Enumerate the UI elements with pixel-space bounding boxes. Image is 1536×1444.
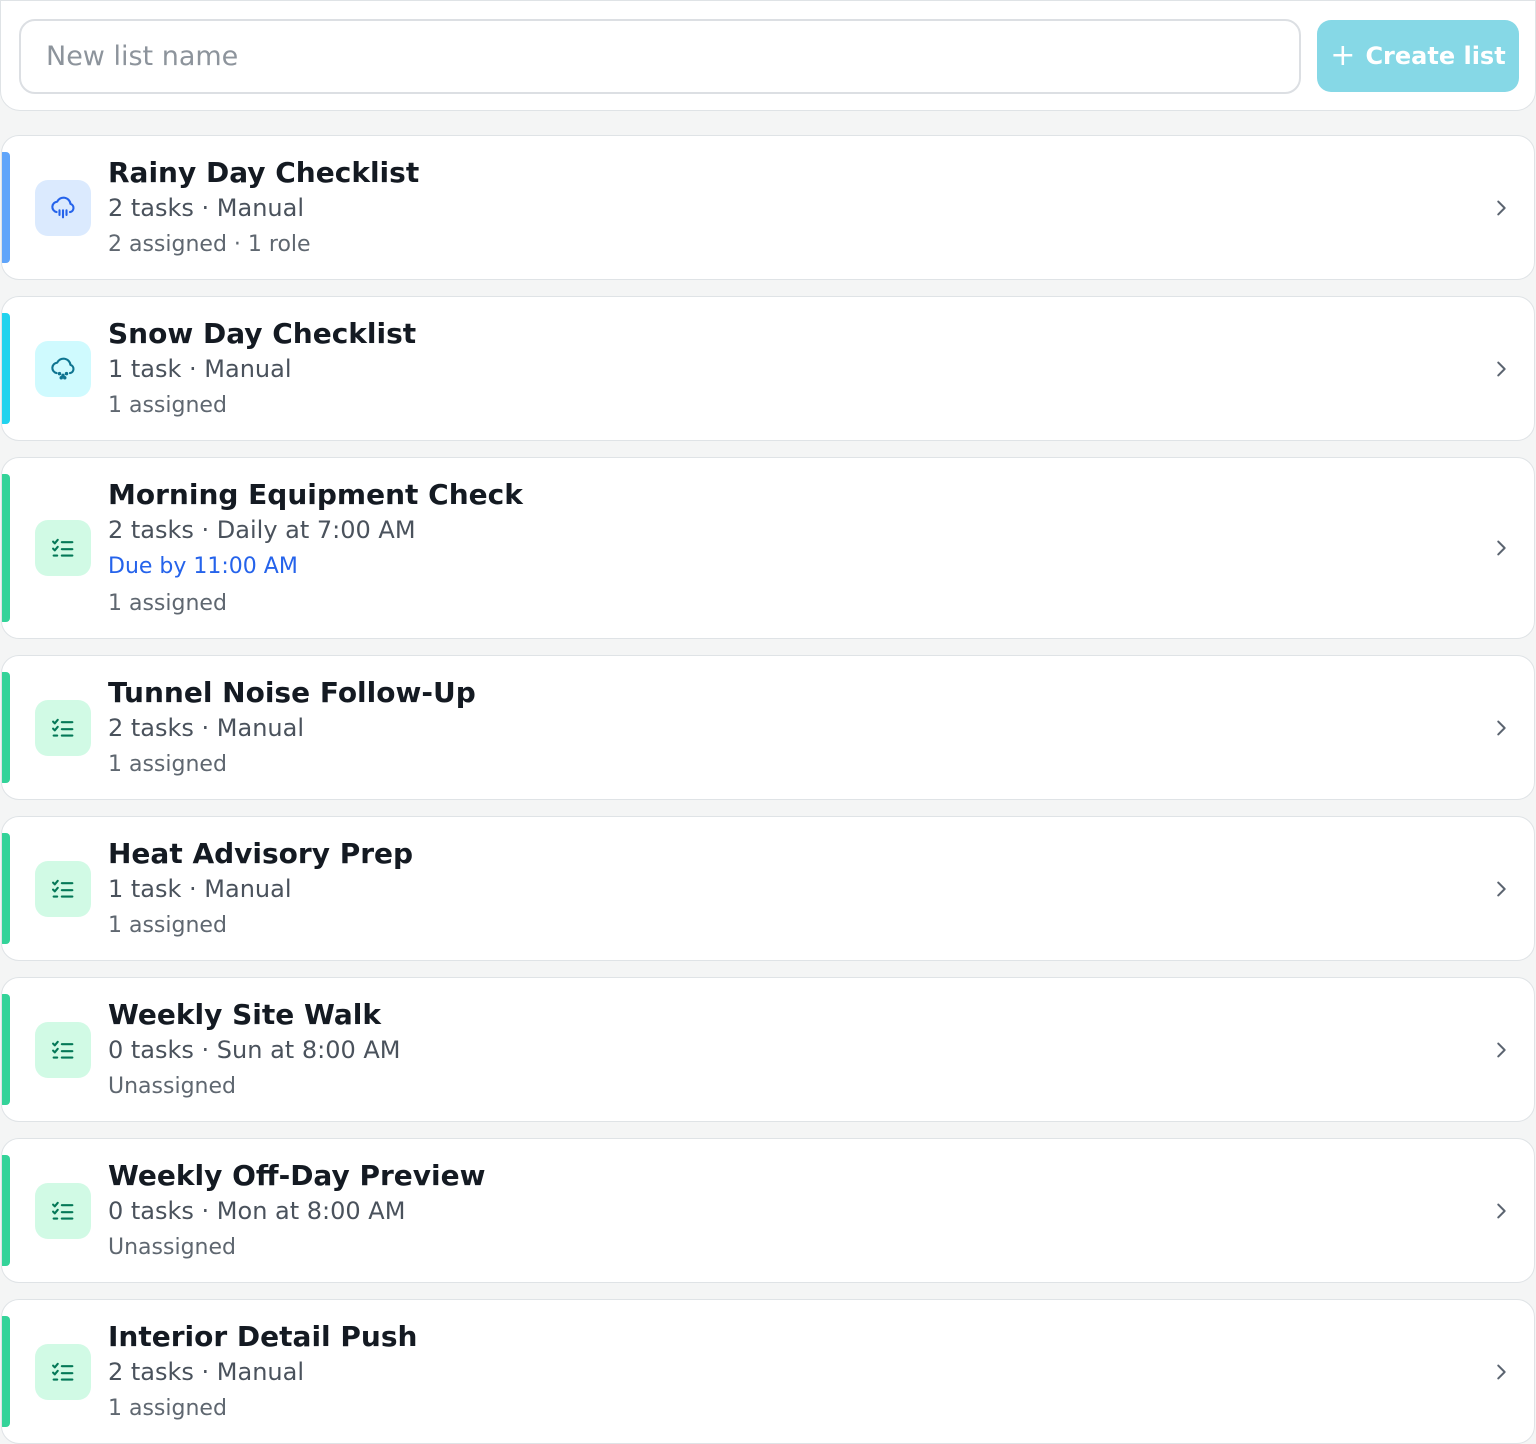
list-card[interactable]: Interior Detail Push 2 tasks · Manual 1 as… [1,1299,1535,1444]
list-card[interactable]: Snow Day Checklist 1 task · Manual 1 assig… [1,296,1535,441]
chevron-right-icon [1490,197,1512,219]
list-assigned: Unassigned [108,1235,236,1260]
chevron-right-icon [1490,1361,1512,1383]
chevron-right-icon [1490,537,1512,559]
list-accent-bar [2,833,10,944]
list-meta: 2 tasks · Daily at 7:00 AM [108,516,416,544]
list-assigned: 1 assigned [108,752,227,777]
chevron-right-icon [1490,878,1512,900]
create-list-label: Create list [1365,42,1506,70]
list-title: Weekly Off-Day Preview [108,1159,486,1192]
list-meta: 0 tasks · Mon at 8:00 AM [108,1197,406,1225]
checklist-icon [35,1344,91,1400]
list-card[interactable]: Weekly Off-Day Preview 0 tasks · Mon at 8… [1,1138,1535,1283]
checklist-icon [35,861,91,917]
list-meta: 2 tasks · Manual [108,1358,305,1386]
list-title: Weekly Site Walk [108,998,381,1031]
list-title: Tunnel Noise Follow-Up [108,676,476,709]
create-list-button[interactable]: + Create list [1317,20,1519,92]
list-assigned: 1 assigned [108,393,227,418]
list-card[interactable]: Morning Equipment Check 2 tasks · Daily a… [1,457,1535,639]
list-meta: 0 tasks · Sun at 8:00 AM [108,1036,401,1064]
list-meta: 1 task · Manual [108,875,292,903]
list-accent-bar [2,1316,10,1427]
list-accent-bar [2,313,10,424]
list-title: Heat Advisory Prep [108,837,414,870]
checklist-icon [35,1022,91,1078]
list-meta: 2 tasks · Manual [108,194,305,222]
checklist-icon [35,700,91,756]
list-accent-bar [2,474,10,622]
list-title: Interior Detail Push [108,1320,418,1353]
list-assigned: Unassigned [108,1074,236,1099]
chevron-right-icon [1490,1039,1512,1061]
list-title: Rainy Day Checklist [108,156,420,189]
list-assigned: 2 assigned · 1 role [108,232,311,257]
chevron-right-icon [1490,358,1512,380]
list-accent-bar [2,152,10,263]
list-accent-bar [2,994,10,1105]
list-accent-bar [2,1155,10,1266]
list-meta: 1 task · Manual [108,355,292,383]
list-assigned: 1 assigned [108,913,227,938]
list-card[interactable]: Tunnel Noise Follow-Up 2 tasks · Manual 1 … [1,655,1535,800]
list-card[interactable]: Rainy Day Checklist 2 tasks · Manual 2 ass… [1,135,1535,280]
checklist-icon [35,520,91,576]
list-assigned: 1 assigned [108,591,227,616]
list-card[interactable]: Heat Advisory Prep 1 task · Manual 1 assig… [1,816,1535,961]
list-accent-bar [2,672,10,783]
list-assigned: 1 assigned [108,1396,227,1421]
list-due: Due by 11:00 AM [108,554,298,579]
snow-cloud-icon [35,341,91,397]
list-card[interactable]: Weekly Site Walk 0 tasks · Sun at 8:00 AM… [1,977,1535,1122]
chevron-right-icon [1490,717,1512,739]
chevron-right-icon [1490,1200,1512,1222]
list-name-input[interactable] [19,19,1301,94]
create-list-panel: + Create list [0,0,1536,111]
list-meta: 2 tasks · Manual [108,714,305,742]
checklist-icon [35,1183,91,1239]
plus-icon: + [1330,38,1356,73]
rain-cloud-icon [35,180,91,236]
list-title: Morning Equipment Check [108,478,523,511]
list-title: Snow Day Checklist [108,317,417,350]
